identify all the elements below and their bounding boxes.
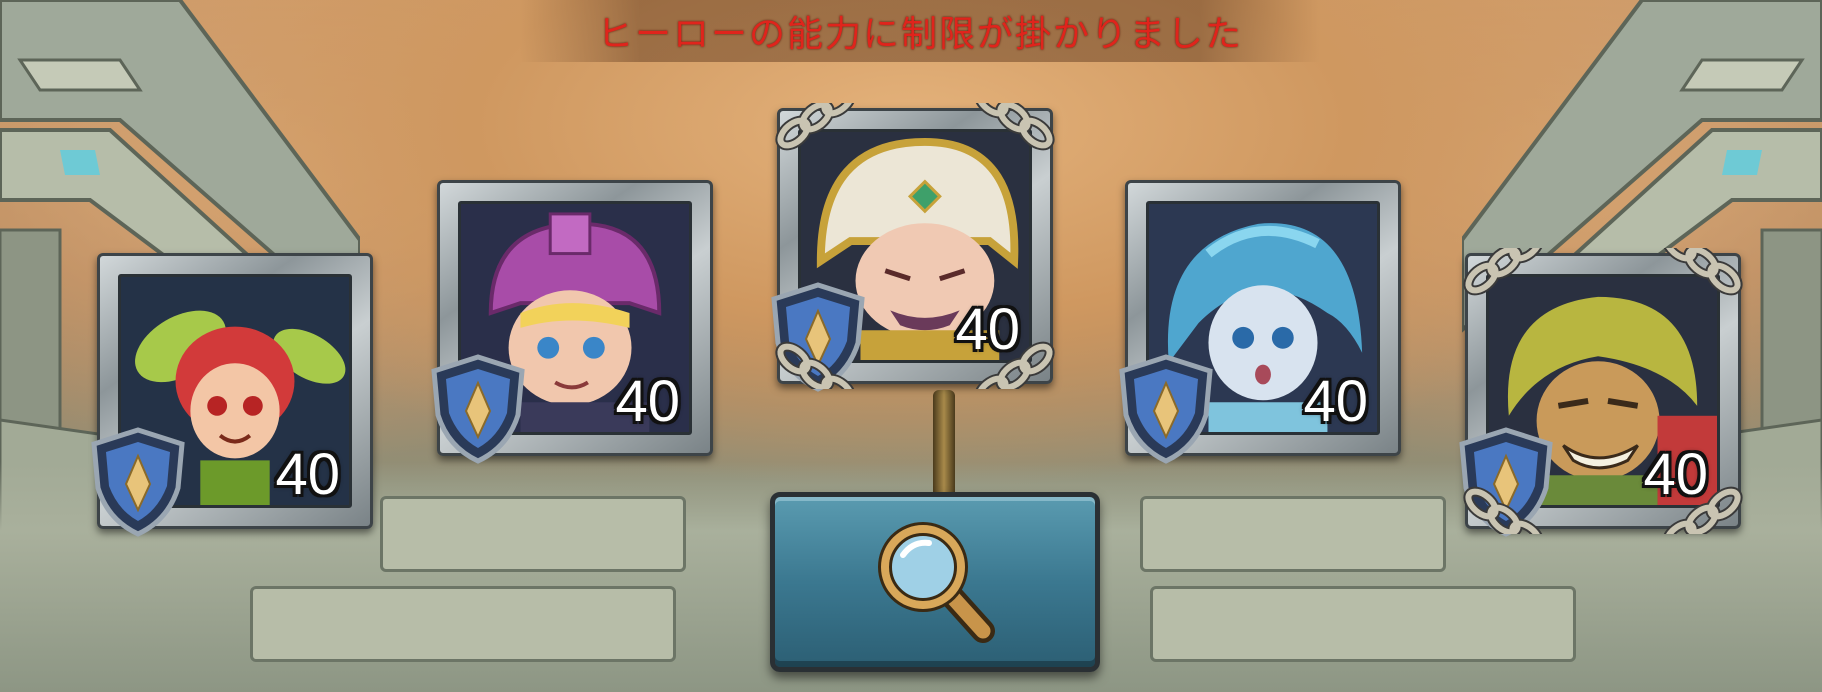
hero-level: 40 — [615, 369, 680, 434]
floor-slab — [1150, 586, 1576, 662]
shield-rank-icon — [431, 354, 525, 464]
shield-rank-icon — [771, 282, 865, 392]
hero-card-3[interactable]: 40 — [771, 103, 1055, 392]
hero-level: 40 — [1643, 442, 1708, 507]
magnifying-glass-icon — [878, 522, 995, 643]
hero-level: 40 — [275, 442, 340, 507]
staff-decoration — [933, 390, 955, 500]
shield-rank-icon — [1459, 427, 1553, 537]
hero-card-5[interactable]: 40 — [1459, 248, 1743, 537]
floor-slab — [250, 586, 676, 662]
hero-card-4[interactable]: 40 — [1119, 180, 1401, 464]
hero-level: 40 — [1303, 369, 1368, 434]
restriction-notice-banner: ヒーローの能力に制限が掛かりました — [520, 0, 1320, 62]
restriction-notice-text: ヒーローの能力に制限が掛かりました — [596, 14, 1243, 55]
shield-rank-icon — [91, 427, 185, 537]
hero-card-1[interactable]: 40 — [91, 253, 373, 537]
floor-slab — [1140, 496, 1446, 572]
hero-card-2[interactable]: 40 — [431, 180, 713, 464]
shield-rank-icon — [1119, 354, 1213, 464]
floor-slab — [380, 496, 686, 572]
search-button[interactable] — [770, 492, 1100, 672]
hero-level: 40 — [955, 297, 1020, 362]
